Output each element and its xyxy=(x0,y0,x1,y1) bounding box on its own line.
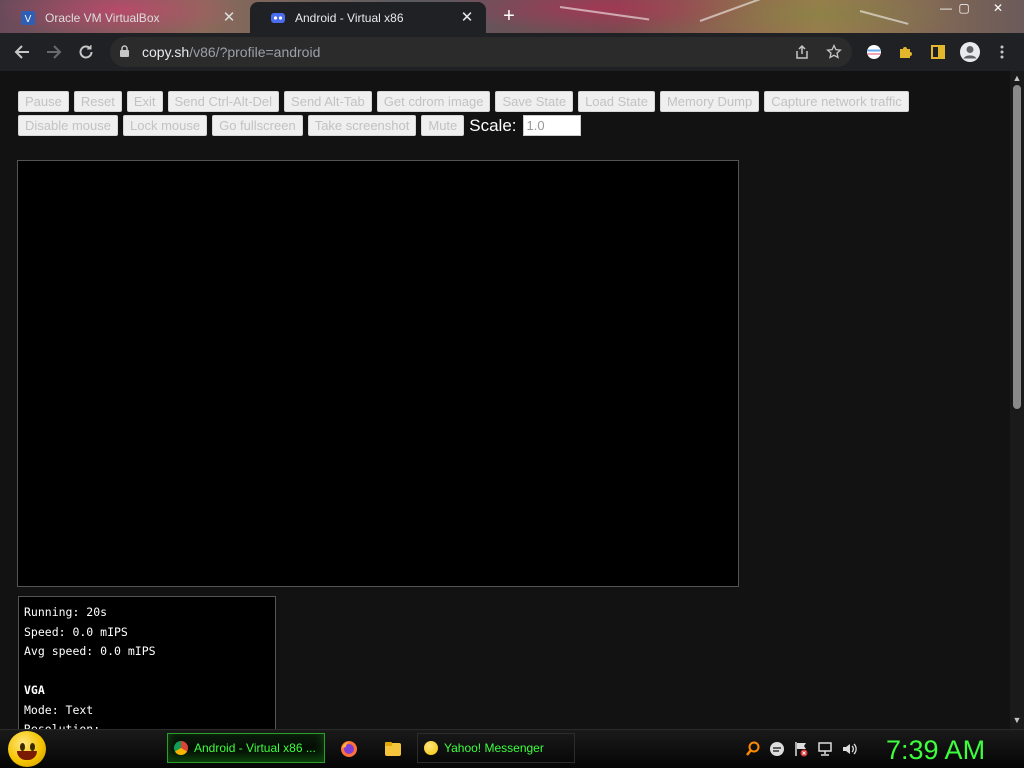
wallpaper-scribble xyxy=(559,6,650,21)
messenger-tray-icon[interactable] xyxy=(769,741,785,757)
capture-network-traffic-button[interactable]: Capture network traffic xyxy=(764,91,909,112)
tab-title: Android - Virtual x86 xyxy=(295,10,404,25)
info-speed: Speed: 0.0 mIPS xyxy=(24,624,128,639)
window-close-icon[interactable]: ✕ xyxy=(988,0,1008,16)
share-button[interactable] xyxy=(790,40,814,64)
page-content: Pause Reset Exit Send Ctrl-Alt-Del Send … xyxy=(0,71,1010,729)
avatar-icon xyxy=(960,42,980,62)
mute-button[interactable]: Mute xyxy=(421,115,465,136)
get-cdrom-image-button[interactable]: Get cdrom image xyxy=(376,91,491,112)
load-state-button[interactable]: Load State xyxy=(578,91,655,112)
page-scrollbar[interactable]: ▲ ▼ xyxy=(1010,71,1024,729)
lock-mouse-button[interactable]: Lock mouse xyxy=(123,115,208,136)
emulator-controls-row1: Pause Reset Exit Send Ctrl-Alt-Del Send … xyxy=(18,91,914,112)
smiley-eye xyxy=(30,743,35,751)
back-button[interactable] xyxy=(10,40,34,64)
close-icon[interactable]: ✕ xyxy=(460,10,474,25)
info-vga-heading: VGA xyxy=(24,683,45,697)
reload-icon xyxy=(79,45,93,59)
search-icon[interactable] xyxy=(745,741,761,757)
minimize-icon[interactable]: — xyxy=(936,0,956,16)
firefox-icon[interactable] xyxy=(340,740,358,758)
smiley-eye xyxy=(20,743,25,751)
network-icon[interactable] xyxy=(817,741,833,757)
taskbar: Android - Virtual x86 ... Yahoo! Messeng… xyxy=(0,729,1024,768)
taskbar-item-label: Android - Virtual x86 ... xyxy=(194,741,316,755)
action-center-flag-icon[interactable] xyxy=(793,741,809,757)
go-fullscreen-button[interactable]: Go fullscreen xyxy=(212,115,303,136)
extension-button[interactable] xyxy=(862,40,886,64)
profile-button[interactable] xyxy=(958,40,982,64)
info-avg-speed: Avg speed: 0.0 mIPS xyxy=(24,644,156,658)
chrome-icon xyxy=(174,741,188,755)
emulator-controls-row2: Disable mouse Lock mouse Go fullscreen T… xyxy=(18,115,581,136)
info-running: Running: 20s xyxy=(24,605,108,619)
yahoo-messenger-icon xyxy=(424,741,438,755)
reload-button[interactable] xyxy=(74,40,98,64)
share-icon xyxy=(796,44,808,59)
puzzle-icon xyxy=(900,47,912,58)
save-state-button[interactable]: Save State xyxy=(495,91,574,112)
runtime-info-panel: Running: 20s Speed: 0.0 mIPS Avg speed: … xyxy=(18,596,276,729)
maximize-icon[interactable]: ▢ xyxy=(954,0,974,16)
send-ctrl-alt-del-button[interactable]: Send Ctrl-Alt-Del xyxy=(167,91,280,112)
scale-label: Scale: xyxy=(469,115,517,135)
side-panel-icon xyxy=(931,45,945,59)
bookmark-button[interactable] xyxy=(822,40,846,64)
close-icon[interactable]: ✕ xyxy=(222,10,236,25)
back-arrow-icon xyxy=(14,45,29,59)
lock-icon xyxy=(120,45,129,57)
virtualbox-icon: V xyxy=(20,10,36,26)
kebab-menu-icon xyxy=(1000,45,1004,59)
taskbar-item-label: Yahoo! Messenger xyxy=(444,741,544,755)
volume-icon[interactable] xyxy=(841,741,857,757)
scrollbar-thumb[interactable] xyxy=(1013,85,1021,409)
pause-button[interactable]: Pause xyxy=(18,91,69,112)
side-panel-button[interactable] xyxy=(926,40,950,64)
url-host: copy.sh xyxy=(142,44,190,60)
file-manager-icon[interactable] xyxy=(384,740,402,758)
address-bar[interactable]: copy.sh/v86/?profile=android xyxy=(110,37,852,67)
reset-button[interactable]: Reset xyxy=(73,91,122,112)
taskbar-item-chrome[interactable]: Android - Virtual x86 ... xyxy=(167,733,325,763)
tab-android-virtual-x86[interactable]: Android - Virtual x86 ✕ xyxy=(250,2,486,33)
forward-button[interactable] xyxy=(42,40,66,64)
svg-text:V: V xyxy=(25,14,32,25)
take-screenshot-button[interactable]: Take screenshot xyxy=(307,115,417,136)
wallpaper-scribble xyxy=(699,0,767,22)
star-icon xyxy=(826,44,842,59)
memory-dump-button[interactable]: Memory Dump xyxy=(659,91,760,112)
extensions-button[interactable] xyxy=(894,40,918,64)
tab-strip: V Oracle VM VirtualBox ✕ Android - Virtu… xyxy=(0,0,1024,33)
emulator-screen[interactable] xyxy=(17,160,739,587)
info-mode: Mode: Text xyxy=(24,702,94,717)
menu-button[interactable] xyxy=(990,40,1014,64)
wallpaper-scribble xyxy=(859,10,909,25)
tab-virtualbox[interactable]: V Oracle VM VirtualBox ✕ xyxy=(0,2,248,33)
start-button-smiley-icon[interactable] xyxy=(8,731,46,767)
taskbar-clock[interactable]: 7:39 AM xyxy=(886,733,985,767)
url-text[interactable]: copy.sh/v86/?profile=android xyxy=(142,44,320,60)
forward-arrow-icon xyxy=(47,45,62,59)
url-path: /v86/?profile=android xyxy=(189,44,321,60)
scroll-down-icon[interactable]: ▼ xyxy=(1012,715,1022,725)
v86-icon xyxy=(270,10,286,26)
tab-title: Oracle VM VirtualBox xyxy=(45,10,160,25)
new-tab-button[interactable]: + xyxy=(498,5,520,27)
exit-button[interactable]: Exit xyxy=(126,91,163,112)
flag-badge-icon xyxy=(867,45,881,59)
info-resolution: Resolution: - xyxy=(24,722,115,729)
taskbar-item-yahoo-messenger[interactable]: Yahoo! Messenger xyxy=(417,733,575,763)
browser-toolbar: copy.sh/v86/?profile=android xyxy=(0,33,1024,71)
scale-input[interactable] xyxy=(522,115,581,136)
smiley-mouth xyxy=(17,751,37,760)
disable-mouse-button[interactable]: Disable mouse xyxy=(18,115,118,136)
scroll-up-icon[interactable]: ▲ xyxy=(1012,73,1022,83)
send-alt-tab-button[interactable]: Send Alt-Tab xyxy=(284,91,372,112)
